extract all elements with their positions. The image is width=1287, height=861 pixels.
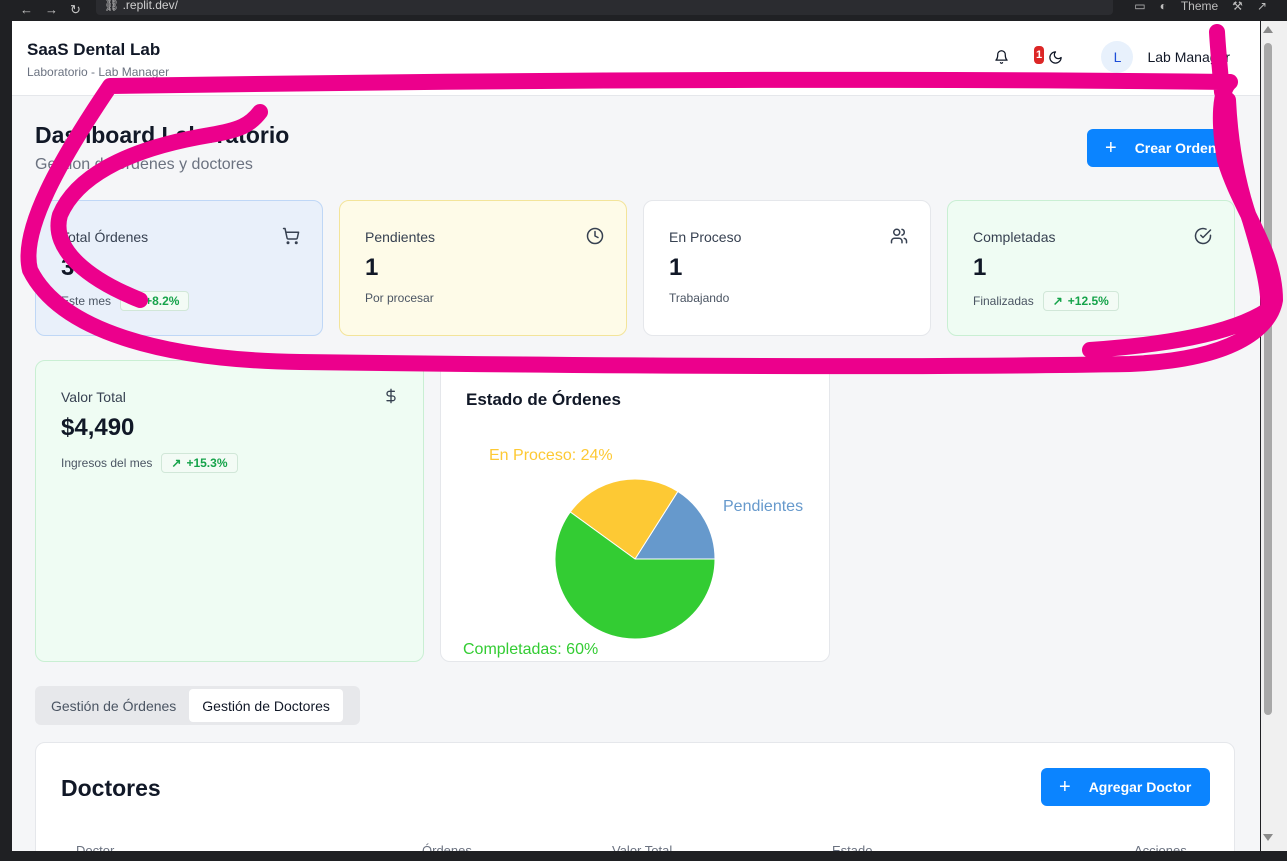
stat-card-pending: Pendientes 1 Por procesar (339, 200, 627, 336)
notification-badge[interactable]: 1 (1034, 46, 1044, 64)
page-title: Dashboard Laboratorio (35, 122, 290, 148)
stat-foot-text: Este mes (61, 294, 112, 308)
header-actions: L Lab Manager (991, 41, 1230, 73)
trending-up-icon: ↗ (130, 294, 141, 308)
palette-icon[interactable]: ◐ (1160, 0, 1167, 13)
stat-value: 1 (365, 254, 379, 281)
pie-label-pending: Pendientes (723, 498, 803, 515)
column-header: Doctor (76, 843, 115, 851)
address-bar[interactable]: ⛓ .replit.dev/ (96, 0, 1113, 15)
plus-icon: + (1059, 776, 1071, 798)
cart-icon (282, 227, 300, 245)
create-order-button[interactable]: + Crear Orden (1087, 129, 1235, 167)
moon-icon[interactable] (1045, 47, 1065, 67)
doctors-card: Doctores + Agregar Doctor Doctor Órdenes… (35, 742, 1235, 851)
dollar-icon (386, 388, 396, 404)
trending-up-icon: ↗ (171, 456, 182, 470)
url-text: .replit.dev/ (122, 0, 178, 12)
add-doctor-button[interactable]: + Agregar Doctor (1041, 768, 1210, 806)
stat-label: En Proceso (669, 229, 742, 245)
scrollbar[interactable] (1261, 21, 1287, 851)
trend-badge: ↗ +15.3% (161, 453, 238, 473)
theme-label[interactable]: Theme (1181, 0, 1218, 13)
page-subtitle: Gestion de órdenes y doctores (35, 156, 253, 173)
stat-foot: Ingresos del mes ↗ +15.3% (61, 453, 238, 473)
app-title: SaaS Dental Lab (27, 40, 161, 59)
user-name[interactable]: Lab Manager (1147, 49, 1230, 65)
tab-doctor-management[interactable]: Gestión de Doctores (189, 689, 343, 722)
stat-value: 1 (669, 254, 683, 281)
trend-value: +12.5% (1067, 294, 1109, 308)
reload-icon[interactable]: ↻ (70, 2, 81, 18)
clock-icon (586, 227, 604, 245)
stat-card-completed: Completadas 1 Finalizadas ↗ +12.5% (947, 200, 1235, 336)
stat-foot: Este mes ↗ +8.2% (61, 291, 190, 311)
scrollbar-thumb[interactable] (1264, 43, 1272, 715)
stat-foot: Finalizadas ↗ +12.5% (973, 291, 1119, 311)
add-doctor-label: Agregar Doctor (1088, 779, 1192, 795)
tab-list: Gestión de Órdenes Gestión de Doctores (35, 686, 360, 725)
scroll-up-icon[interactable] (1263, 26, 1273, 33)
stat-label: Completadas (973, 229, 1056, 245)
stat-card-total-orders: Total Órdenes 3 Este mes ↗ +8.2% (35, 200, 323, 336)
trend-value: +15.3% (186, 456, 228, 470)
order-status-chart-card: Estado de Órdenes Pendientes En Proceso:… (440, 360, 830, 662)
stat-foot: Por procesar (365, 291, 434, 305)
stat-foot-text: Trabajando (669, 291, 730, 305)
trend-value: +8.2% (145, 294, 180, 308)
browser-nav: ← → ↻ (0, 2, 100, 18)
column-header: Valor Total (612, 843, 673, 851)
forward-icon[interactable]: → (45, 2, 58, 18)
column-header: Acciones (1134, 843, 1187, 851)
stat-foot-text: Finalizadas (973, 294, 1034, 308)
stat-label: Total Órdenes (61, 229, 149, 245)
column-header: Estado (832, 843, 873, 851)
stat-value: $4,490 (61, 414, 135, 441)
open-external-icon[interactable]: ↗ (1257, 0, 1267, 13)
app-header: SaaS Dental Lab Laboratorio - Lab Manage… (12, 21, 1260, 96)
wrench-icon[interactable]: ⚒ (1232, 0, 1243, 13)
stat-card-total-value: Valor Total $4,490 Ingresos del mes ↗ +15… (35, 360, 424, 662)
devices-icon[interactable]: ▭ (1134, 0, 1145, 13)
link-icon: ⛓ (104, 0, 123, 12)
trend-badge: ↗ +8.2% (120, 291, 190, 311)
trending-up-icon: ↗ (1052, 294, 1063, 308)
pie-label-in-process: En Proceso: 24% (489, 447, 613, 464)
doctors-title: Doctores (61, 775, 161, 801)
trend-badge: ↗ +12.5% (1042, 291, 1119, 311)
stat-label: Pendientes (365, 229, 436, 245)
tab-order-management[interactable]: Gestión de Órdenes (38, 689, 189, 722)
check-circle-icon (1194, 227, 1212, 245)
avatar[interactable]: L (1101, 41, 1134, 73)
stat-foot-text: Ingresos del mes (61, 456, 153, 470)
stat-card-in-process: En Proceso 1 Trabajando (643, 200, 931, 336)
stat-value: 3 (61, 254, 75, 281)
app-subtitle: Laboratorio - Lab Manager (27, 65, 170, 79)
users-icon (890, 228, 908, 244)
app-viewport: SaaS Dental Lab Laboratorio - Lab Manage… (12, 21, 1260, 851)
stat-foot: Trabajando (669, 291, 729, 305)
create-order-label: Crear Orden (1134, 140, 1217, 156)
column-header: Órdenes (422, 843, 472, 851)
scroll-down-icon[interactable] (1263, 834, 1273, 841)
browser-actions: ▭ ◐ Theme ⚒ ↗ (1134, 0, 1267, 13)
bell-icon[interactable] (991, 47, 1011, 67)
stat-foot-text: Por procesar (365, 291, 434, 305)
back-icon[interactable]: ← (20, 2, 33, 18)
stat-label: Valor Total (61, 389, 126, 405)
pie-label-completed: Completadas: 60% (463, 641, 598, 658)
pie-chart: Pendientes En Proceso: 24% Completadas: … (463, 447, 803, 658)
stat-value: 1 (973, 254, 987, 281)
plus-icon: + (1105, 137, 1117, 159)
